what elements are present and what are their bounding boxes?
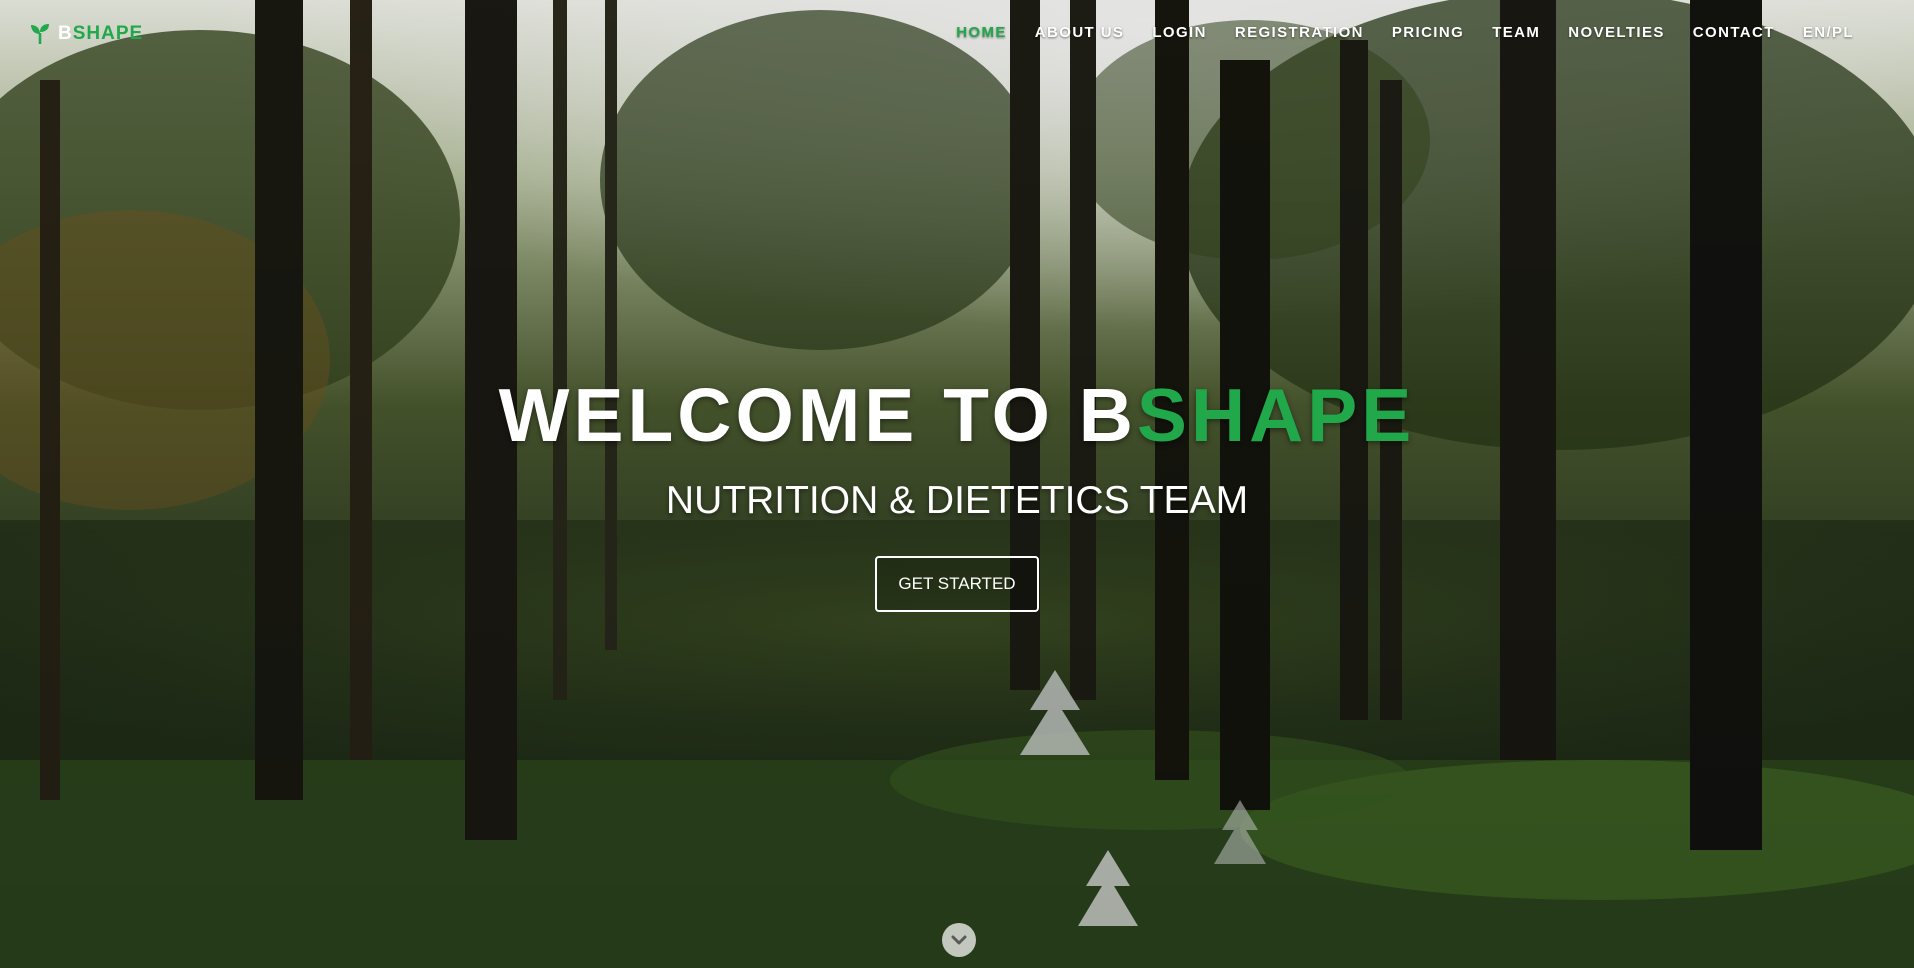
- chevron-down-icon: [951, 935, 967, 945]
- brand-logo[interactable]: B SHAPE: [28, 22, 143, 46]
- sprout-icon: [31, 24, 49, 44]
- nav-item-contact[interactable]: CONTACT: [1679, 20, 1789, 45]
- main-nav: HOME ABOUT US LOGIN REGISTRATION PRICING…: [942, 24, 1868, 42]
- hero-section: B SHAPE HOME ABOUT US LOGIN REGISTRATION …: [0, 0, 1914, 968]
- hero-title-accent: SHAPE: [1136, 373, 1416, 457]
- nav-item-language[interactable]: EN/PL: [1789, 20, 1868, 45]
- nav-item-login[interactable]: LOGIN: [1138, 20, 1221, 45]
- nav-item-about-us[interactable]: ABOUT US: [1021, 20, 1139, 45]
- nav-item-novelties[interactable]: NOVELTIES: [1554, 20, 1679, 45]
- nav-item-registration[interactable]: REGISTRATION: [1221, 20, 1378, 45]
- brand-prefix: B: [58, 23, 73, 44]
- hero-subtitle: NUTRITION & DIETETICS TEAM: [665, 479, 1249, 522]
- top-navbar: B SHAPE HOME ABOUT US LOGIN REGISTRATION …: [0, 0, 1914, 70]
- brand-accent: SHAPE: [72, 23, 144, 44]
- hero-content: WELCOME TO BSHAPE NUTRITION & DIETETICS …: [0, 370, 1914, 612]
- nav-item-pricing[interactable]: PRICING: [1378, 20, 1478, 45]
- get-started-button[interactable]: GET STARTED: [875, 556, 1039, 612]
- nav-item-home[interactable]: HOME: [942, 20, 1021, 45]
- hero-title-prefix: WELCOME TO B: [498, 373, 1137, 457]
- hero-title: WELCOME TO BSHAPE: [0, 370, 1914, 460]
- nav-item-team[interactable]: TEAM: [1478, 20, 1554, 45]
- scroll-down-button[interactable]: [942, 923, 976, 957]
